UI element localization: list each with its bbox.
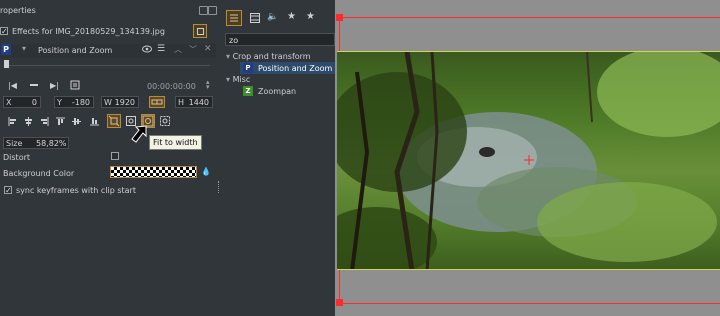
float-panel-icon[interactable] bbox=[199, 6, 208, 15]
align-top-icon[interactable] bbox=[56, 117, 65, 128]
effects-search-input[interactable]: zo bbox=[225, 33, 335, 46]
effect-label: Position and Zoom bbox=[258, 64, 333, 73]
film-icon[interactable] bbox=[250, 13, 260, 25]
move-up-icon[interactable]: ︿ bbox=[174, 44, 182, 55]
timecode[interactable]: 00:00:00:00 bbox=[147, 82, 196, 91]
x-label: X bbox=[6, 98, 12, 107]
align-left-icon[interactable] bbox=[8, 117, 17, 128]
adjust-to-original-button[interactable] bbox=[107, 114, 121, 128]
distort-label: Distort bbox=[3, 153, 31, 162]
remove-keyframe-icon[interactable] bbox=[30, 84, 38, 86]
size-label: Size bbox=[6, 139, 23, 148]
h-label: H bbox=[178, 98, 185, 107]
h-field[interactable]: H 1440 bbox=[175, 96, 213, 108]
previous-keyframe-icon[interactable]: |◀ bbox=[8, 81, 17, 90]
move-down-icon[interactable]: ﹀ bbox=[189, 44, 197, 55]
background-color-label: Background Color bbox=[3, 169, 75, 178]
y-value: -180 bbox=[71, 98, 90, 107]
effect-badge: P bbox=[243, 63, 253, 73]
sync-keyframes-label: sync keyframes with clip start bbox=[16, 186, 136, 195]
delete-effect-icon[interactable]: ✕ bbox=[204, 44, 212, 54]
sync-keyframes-checkbox[interactable]: ✓ bbox=[4, 186, 12, 195]
align-vcenter-icon[interactable] bbox=[72, 117, 81, 128]
tooltip: Fit to width bbox=[149, 135, 202, 150]
lock-ratio-button[interactable] bbox=[149, 96, 165, 108]
w-value: 1920 bbox=[114, 98, 135, 107]
close-panel-icon[interactable] bbox=[208, 6, 217, 15]
h-value: 1440 bbox=[188, 98, 209, 107]
effect-name: Position and Zoom bbox=[38, 46, 113, 55]
keyframe-marker[interactable] bbox=[4, 60, 9, 68]
mouse-cursor-icon bbox=[128, 124, 150, 146]
panel-title: roperties bbox=[0, 6, 36, 15]
resize-handle-bottom[interactable] bbox=[336, 299, 343, 306]
category-label: Crop and transform bbox=[232, 52, 311, 61]
category-label: Misc bbox=[232, 75, 251, 84]
frame-bottom-border bbox=[339, 303, 720, 304]
fill-frame-icon[interactable] bbox=[160, 116, 170, 128]
resize-handle-top[interactable] bbox=[336, 14, 343, 21]
size-value: 58,82% bbox=[36, 139, 67, 148]
menu-icon[interactable]: ☰ bbox=[157, 44, 165, 54]
align-right-icon[interactable] bbox=[40, 117, 49, 128]
y-label: Y bbox=[57, 98, 62, 107]
frame-top-border bbox=[339, 17, 720, 18]
effect-stack-toggle[interactable] bbox=[193, 24, 207, 38]
color-picker-icon[interactable]: 💧 bbox=[201, 167, 211, 176]
collapse-arrow-icon[interactable]: ▾ bbox=[22, 44, 26, 53]
w-label: W bbox=[104, 98, 112, 107]
w-field[interactable]: W 1920 bbox=[101, 96, 139, 108]
effect-badge: P bbox=[1, 44, 11, 55]
eye-icon[interactable] bbox=[142, 45, 152, 55]
category-crop-and-transform[interactable]: ▾ Crop and transform bbox=[226, 52, 311, 61]
background-color-swatch[interactable] bbox=[110, 166, 197, 178]
next-keyframe-icon[interactable]: ▶| bbox=[50, 81, 59, 90]
audio-icon[interactable]: 🔈 bbox=[267, 12, 278, 22]
effect-item-zoompan[interactable]: Z Zoompan bbox=[240, 85, 335, 97]
list-icon[interactable] bbox=[226, 10, 242, 26]
timecode-spin-icon[interactable]: ▴ ▾ bbox=[206, 79, 210, 91]
align-bottom-icon[interactable] bbox=[90, 117, 99, 128]
effect-label: Zoompan bbox=[258, 87, 297, 96]
effect-badge: Z bbox=[243, 86, 253, 96]
x-field[interactable]: X 0 bbox=[3, 96, 41, 108]
effects-enable-checkbox[interactable]: ✓ bbox=[0, 27, 8, 36]
properties-panel: roperties ✓ Effects for IMG_20180529_134… bbox=[0, 0, 217, 198]
project-monitor bbox=[335, 0, 720, 316]
keyframe-options-icon[interactable] bbox=[70, 80, 80, 92]
custom-effects-icon[interactable]: ★ bbox=[287, 11, 296, 22]
favorites-icon[interactable]: ★ bbox=[306, 11, 315, 22]
effect-item-position-and-zoom[interactable]: P Position and Zoom bbox=[240, 62, 335, 74]
video-frame-image[interactable] bbox=[337, 51, 720, 270]
y-field[interactable]: Y -180 bbox=[54, 96, 94, 108]
effects-for-label: Effects for IMG_20180529_134139.jpg bbox=[12, 27, 165, 36]
keyframe-ruler[interactable] bbox=[6, 65, 210, 66]
distort-checkbox[interactable] bbox=[111, 152, 119, 160]
align-hcenter-icon[interactable] bbox=[24, 117, 33, 128]
x-value: 0 bbox=[31, 98, 37, 107]
category-misc[interactable]: ▾ Misc bbox=[226, 75, 250, 84]
effects-browser: 🔈 ★ ★ zo ▾ Crop and transform P Position… bbox=[220, 0, 335, 316]
size-field[interactable]: Size 58,82% bbox=[3, 137, 69, 149]
search-value: zo bbox=[229, 36, 239, 45]
